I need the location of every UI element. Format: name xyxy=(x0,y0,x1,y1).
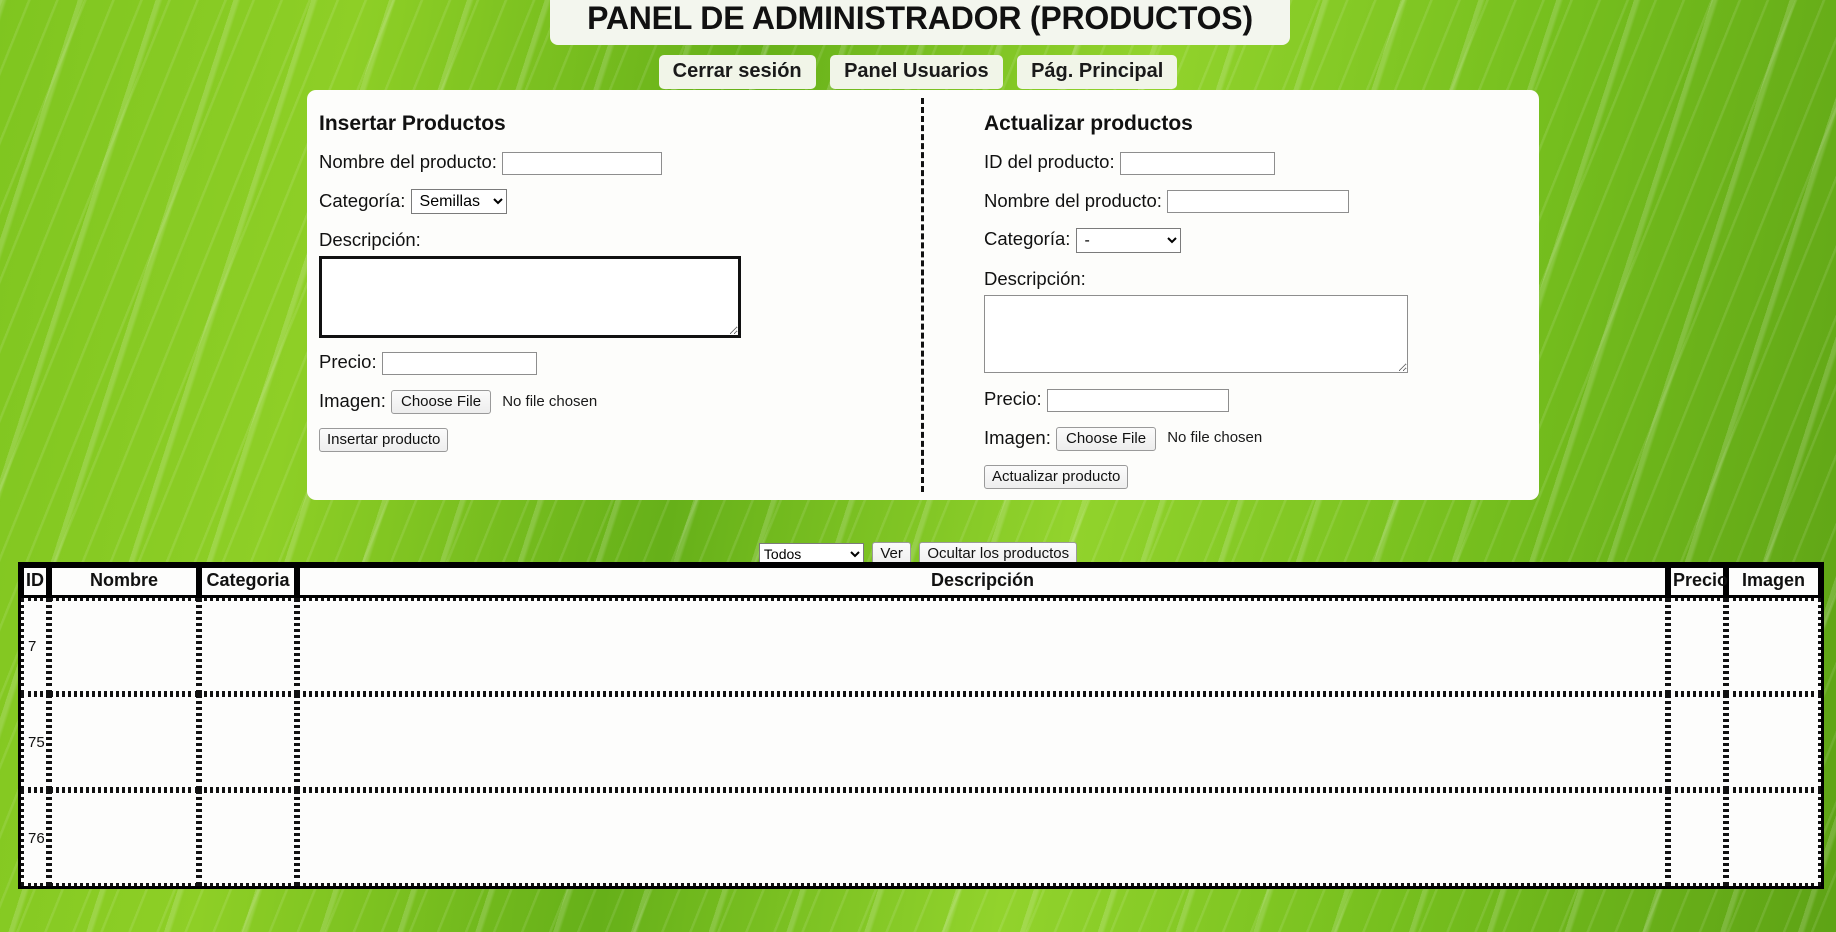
forms-card: Insertar Productos Nombre del producto: … xyxy=(307,90,1539,500)
insert-category-row: Categoría: Semillas xyxy=(319,189,921,215)
update-price-row: Precio: xyxy=(984,387,1539,412)
cell-id: 76 xyxy=(21,790,49,886)
update-id-input[interactable] xyxy=(1119,151,1275,175)
update-name-row: Nombre del producto: xyxy=(984,189,1539,214)
logout-button[interactable]: Cerrar sesión xyxy=(658,55,816,89)
insert-description-label: Descripción: xyxy=(319,229,421,251)
cell-imagen xyxy=(1726,790,1821,886)
cell-nombre xyxy=(49,790,199,886)
insert-price-row: Precio: xyxy=(319,350,921,375)
table-row: 7 Eliminar xyxy=(21,598,1821,694)
insert-file-status: No file chosen xyxy=(502,392,598,410)
insert-panel-heading: Insertar Productos xyxy=(319,112,506,135)
cell-precio xyxy=(1668,790,1726,886)
update-id-row: ID del producto: xyxy=(984,150,1539,175)
column-header-descripcion: Descripción xyxy=(297,565,1668,598)
insert-price-input[interactable] xyxy=(381,351,537,375)
update-description-label: Descripción: xyxy=(984,267,1086,289)
update-price-label: Precio: xyxy=(984,387,1042,409)
cell-imagen xyxy=(1726,694,1821,790)
insert-price-label: Precio: xyxy=(319,351,377,373)
insert-name-row: Nombre del producto: xyxy=(319,150,921,175)
update-image-row: Imagen: Choose File No file chosen xyxy=(984,426,1539,451)
column-header-categoria: Categoria xyxy=(199,565,297,598)
insert-description-label-row: Descripción: xyxy=(319,228,921,251)
update-name-input[interactable] xyxy=(1167,190,1350,214)
table-row: 75 Eliminar xyxy=(21,694,1821,790)
cell-id: 7 xyxy=(21,598,49,694)
update-category-label: Categoría: xyxy=(984,228,1071,250)
update-description-textarea[interactable] xyxy=(984,294,1408,373)
insert-image-label: Imagen: xyxy=(319,389,386,411)
insert-category-select[interactable]: Semillas xyxy=(410,189,507,215)
update-product-panel: Actualizar productos ID del producto: No… xyxy=(921,90,1539,500)
table-row: 76 Eliminar xyxy=(21,790,1821,886)
column-header-id: ID xyxy=(21,565,49,598)
insert-choose-file-button[interactable]: Choose File xyxy=(391,390,492,415)
page-title-bar: PANEL DE ADMINISTRADOR (PRODUCTOS) xyxy=(550,0,1290,45)
page-title: PANEL DE ADMINISTRADOR (PRODUCTOS) xyxy=(587,0,1253,36)
insert-name-input[interactable] xyxy=(502,151,663,175)
update-category-row: Categoría: - xyxy=(984,227,1539,253)
cell-nombre xyxy=(49,694,199,790)
products-table: ID Nombre Categoria Descripción Precio I… xyxy=(18,562,1824,889)
cell-imagen xyxy=(1726,598,1821,694)
update-panel-heading: Actualizar productos xyxy=(984,112,1193,135)
home-page-button[interactable]: Pág. Principal xyxy=(1017,55,1178,89)
insert-category-label: Categoría: xyxy=(319,189,406,211)
cell-descripcion xyxy=(297,598,1668,694)
update-category-select[interactable]: - xyxy=(1075,227,1181,253)
update-description-label-row: Descripción: xyxy=(984,267,1539,290)
table-header-row: ID Nombre Categoria Descripción Precio I… xyxy=(21,565,1821,598)
update-id-label: ID del producto: xyxy=(984,151,1115,172)
cell-categoria xyxy=(199,790,297,886)
insert-description-textarea[interactable] xyxy=(319,256,741,339)
cell-descripcion xyxy=(297,694,1668,790)
cell-categoria xyxy=(199,598,297,694)
cell-precio xyxy=(1668,694,1726,790)
cell-precio xyxy=(1668,598,1726,694)
cell-descripcion xyxy=(297,790,1668,886)
cell-nombre xyxy=(49,598,199,694)
insert-image-row: Imagen: Choose File No file chosen xyxy=(319,389,921,415)
insert-name-label: Nombre del producto: xyxy=(319,151,497,172)
users-panel-button[interactable]: Panel Usuarios xyxy=(830,55,1003,89)
update-name-label: Nombre del producto: xyxy=(984,189,1162,211)
update-image-label: Imagen: xyxy=(984,426,1051,448)
column-header-nombre: Nombre xyxy=(49,565,199,598)
column-header-imagen: Imagen xyxy=(1726,565,1821,598)
update-price-input[interactable] xyxy=(1046,388,1229,412)
products-table-container: ID Nombre Categoria Descripción Precio I… xyxy=(18,562,1824,889)
cell-id: 75 xyxy=(21,694,49,790)
insert-product-panel: Insertar Productos Nombre del producto: … xyxy=(307,90,921,500)
cell-categoria xyxy=(199,694,297,790)
column-header-precio: Precio xyxy=(1668,565,1728,598)
top-navbar: Cerrar sesión Panel Usuarios Pág. Princi… xyxy=(0,55,1836,89)
update-file-status: No file chosen xyxy=(1167,429,1263,447)
update-choose-file-button[interactable]: Choose File xyxy=(1056,426,1157,451)
insert-product-submit-button[interactable]: Insertar producto xyxy=(319,428,449,453)
update-product-submit-button[interactable]: Actualizar producto xyxy=(984,464,1129,489)
